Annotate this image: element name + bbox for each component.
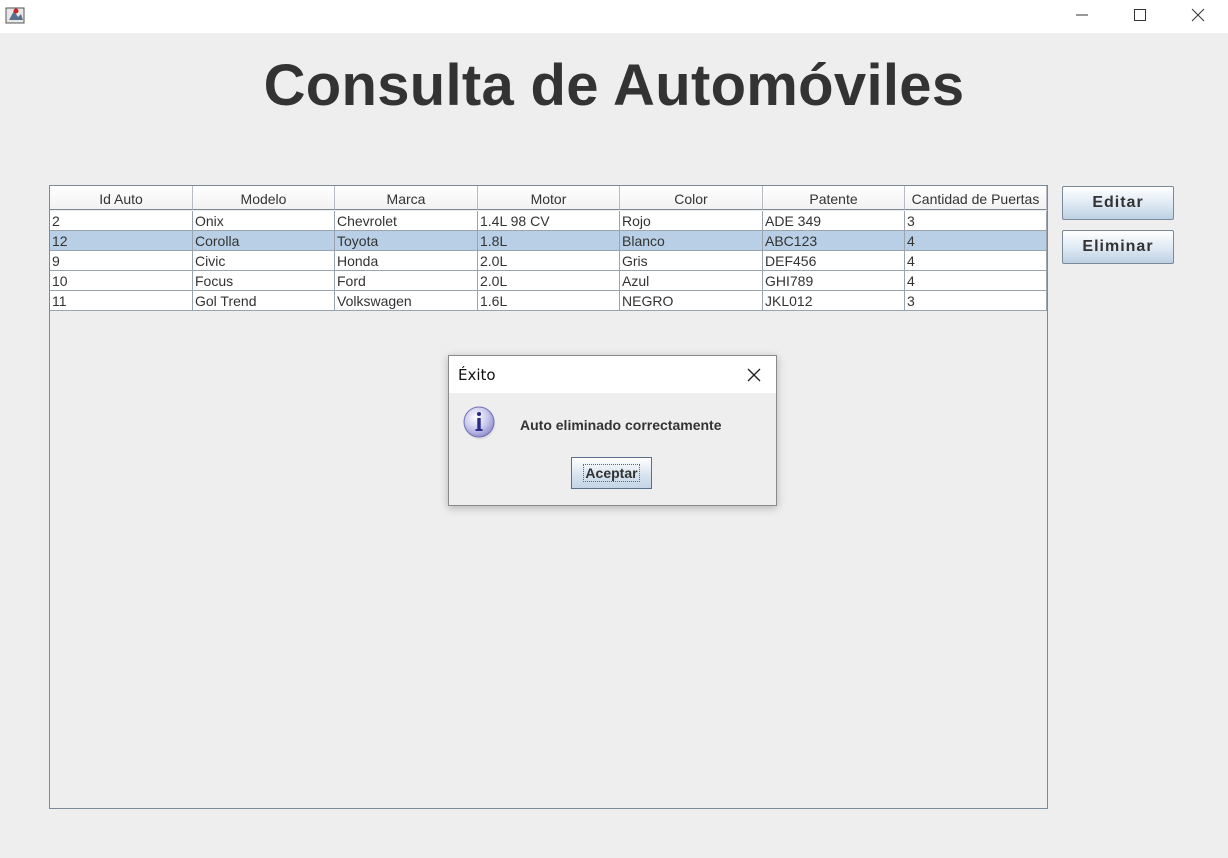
table-cell[interactable]: 2 xyxy=(50,211,193,231)
table-cell[interactable]: Volkswagen xyxy=(335,291,478,311)
ok-button[interactable]: Aceptar xyxy=(571,457,652,489)
column-header[interactable]: Marca xyxy=(335,186,478,210)
page-title: Consulta de Automóviles xyxy=(263,53,965,118)
table-cell[interactable]: Gol Trend xyxy=(193,291,335,311)
table-cell[interactable]: Azul xyxy=(620,271,763,291)
table-cell[interactable]: Toyota xyxy=(335,231,478,251)
table-cell[interactable]: Gris xyxy=(620,251,763,271)
table-cell[interactable]: Honda xyxy=(335,251,478,271)
delete-button[interactable]: Eliminar xyxy=(1062,230,1174,264)
table-cell[interactable]: 11 xyxy=(50,291,193,311)
dialog-titlebar: Éxito xyxy=(449,356,776,393)
column-header[interactable]: Id Auto xyxy=(50,186,193,210)
table-cell[interactable]: Blanco xyxy=(620,231,763,251)
success-dialog: Éxito Auto eliminado correctamente Acept… xyxy=(448,355,777,506)
edit-button[interactable]: Editar xyxy=(1062,186,1174,220)
table-header: Id Auto Modelo Marca Motor Color Patente… xyxy=(50,186,1047,211)
table-cell[interactable]: Rojo xyxy=(620,211,763,231)
column-header[interactable]: Patente xyxy=(763,186,905,210)
maximize-icon[interactable] xyxy=(1112,0,1168,30)
table-cell[interactable]: 12 xyxy=(50,231,193,251)
table-cell[interactable]: 4 xyxy=(905,231,1047,251)
table-cell[interactable]: ABC123 xyxy=(763,231,905,251)
table-cell[interactable]: 4 xyxy=(905,271,1047,291)
table-cell[interactable]: 1.6L xyxy=(478,291,620,311)
info-icon xyxy=(462,405,498,441)
table-cell[interactable]: 1.8L xyxy=(478,231,620,251)
table-cell[interactable]: 3 xyxy=(905,291,1047,311)
table-cell[interactable]: Focus xyxy=(193,271,335,291)
table-body: 2 Onix Chevrolet 1.4L 98 CV Rojo ADE 349… xyxy=(50,211,1047,311)
column-header[interactable]: Modelo xyxy=(193,186,335,210)
dialog-close-icon[interactable] xyxy=(745,366,763,384)
column-header[interactable]: Cantidad de Puertas xyxy=(905,186,1047,210)
java-app-icon xyxy=(5,6,25,24)
table-row[interactable]: 2 Onix Chevrolet 1.4L 98 CV Rojo ADE 349… xyxy=(50,211,1047,231)
minimize-icon[interactable] xyxy=(1054,0,1110,30)
table-cell[interactable]: NEGRO xyxy=(620,291,763,311)
dialog-title: Éxito xyxy=(458,366,496,384)
column-header[interactable]: Motor xyxy=(478,186,620,210)
table-cell[interactable]: Corolla xyxy=(193,231,335,251)
table-cell[interactable]: 9 xyxy=(50,251,193,271)
table-cell[interactable]: ADE 349 xyxy=(763,211,905,231)
table-cell[interactable]: DEF456 xyxy=(763,251,905,271)
table-cell[interactable]: 3 xyxy=(905,211,1047,231)
table-cell[interactable]: Civic xyxy=(193,251,335,271)
column-header[interactable]: Color xyxy=(620,186,763,210)
ok-button-label: Aceptar xyxy=(583,464,640,482)
table-cell[interactable]: 2.0L xyxy=(478,251,620,271)
table-row-selected[interactable]: 12 Corolla Toyota 1.8L Blanco ABC123 4 xyxy=(50,231,1047,251)
table-cell[interactable]: 4 xyxy=(905,251,1047,271)
table-cell[interactable]: Onix xyxy=(193,211,335,231)
table-cell[interactable]: Ford xyxy=(335,271,478,291)
table-cell[interactable]: 1.4L 98 CV xyxy=(478,211,620,231)
window-titlebar xyxy=(0,0,1228,33)
dialog-message: Auto eliminado correctamente xyxy=(520,417,722,433)
table-cell[interactable]: JKL012 xyxy=(763,291,905,311)
table-cell[interactable]: GHI789 xyxy=(763,271,905,291)
table-row[interactable]: 11 Gol Trend Volkswagen 1.6L NEGRO JKL01… xyxy=(50,291,1047,311)
table-row[interactable]: 10 Focus Ford 2.0L Azul GHI789 4 xyxy=(50,271,1047,291)
table-cell[interactable]: 10 xyxy=(50,271,193,291)
table-row[interactable]: 9 Civic Honda 2.0L Gris DEF456 4 xyxy=(50,251,1047,271)
table-cell[interactable]: 2.0L xyxy=(478,271,620,291)
close-icon[interactable] xyxy=(1170,0,1226,30)
table-cell[interactable]: Chevrolet xyxy=(335,211,478,231)
